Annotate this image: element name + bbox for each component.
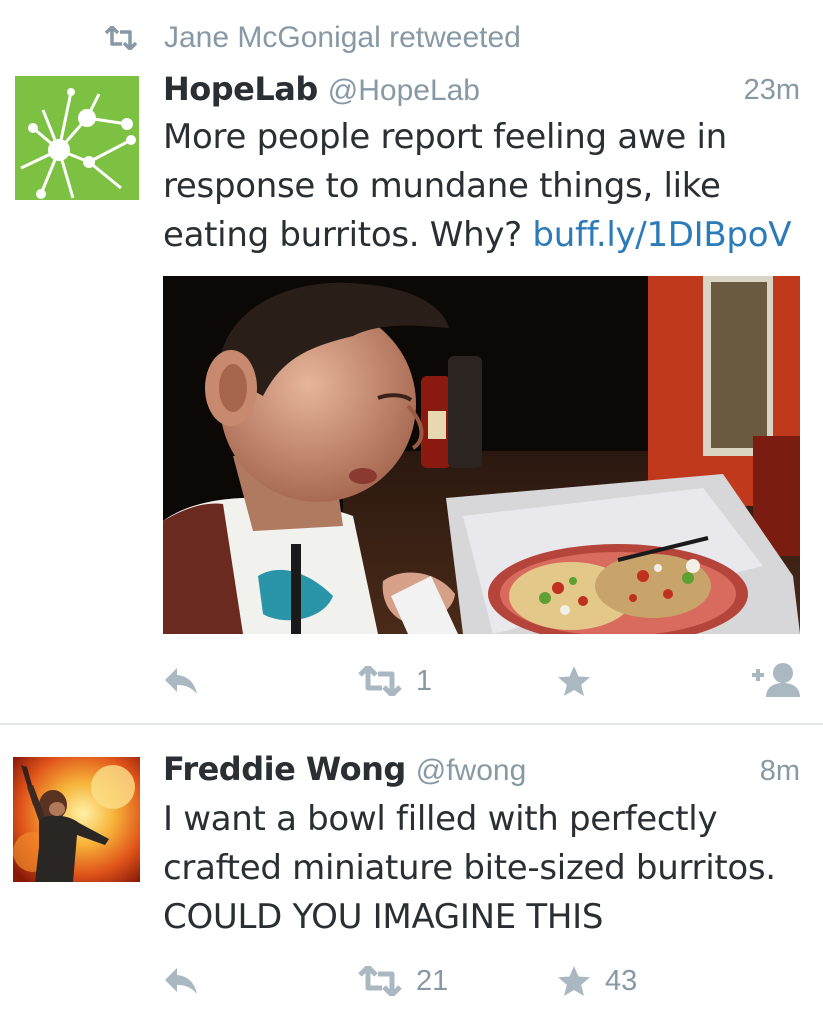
tweet-text: I want a bowl filled with perfectly craf… [163,795,813,942]
tweet-text-line: crafted miniature bite-sized burritos. [163,848,776,888]
tweet-text-line: COULD YOU IMAGINE THIS [163,897,604,937]
reply-icon [165,668,197,694]
tweet-text: More people report feeling awe in respon… [163,113,813,260]
retweet-button[interactable]: 1 [358,662,432,700]
retweet-context-label: Jane McGonigal retweeted [164,21,521,54]
tweet-text-line: More people report feeling awe in [163,117,727,157]
display-name[interactable]: HopeLab [163,70,318,108]
tweet-divider [0,723,823,725]
hopelab-logo [15,76,139,200]
tweet-text-segment: eating burritos. Why? [163,215,533,255]
retweet-icon [358,966,402,996]
tweet-text-line: response to mundane things, like [163,166,721,206]
retweet-count: 1 [416,664,433,697]
avatar-photo [13,757,140,882]
reply-icon [165,968,197,994]
tweet-link[interactable]: buff.ly/1DIBpoV [532,215,791,255]
user-handle[interactable]: @HopeLab [328,74,480,108]
follow-button[interactable] [750,660,800,700]
reply-button[interactable] [163,662,199,700]
retweet-count: 21 [416,964,449,997]
tweet-header[interactable]: HopeLab @HopeLab [163,70,480,108]
tweet-text-line: I want a bowl filled with perfectly [163,799,718,839]
burrito-photo [163,276,800,634]
retweet-context[interactable]: Jane McGonigal retweeted [104,18,521,58]
favorite-button[interactable]: 43 [557,962,637,1000]
favorite-button[interactable] [557,662,591,700]
tweet-header[interactable]: Freddie Wong @fwong [163,750,526,788]
freddie-wong-avatar[interactable] [13,757,140,882]
retweet-button[interactable]: 21 [358,962,448,1000]
tweet-timestamp: 8m [759,755,800,787]
retweet-icon [358,666,402,696]
favorite-count: 43 [605,964,638,997]
reply-button[interactable] [163,962,199,1000]
hopelab-avatar[interactable] [15,76,139,200]
tweet-text-line: eating burritos. Why? buff.ly/1DIBpoV [163,211,813,260]
star-icon [558,966,590,996]
tweet-media-photo[interactable] [163,276,800,634]
tweet-timestamp: 23m [743,74,800,106]
follow-icon [752,663,800,697]
retweet-icon [104,26,138,50]
star-icon [558,666,590,696]
display-name[interactable]: Freddie Wong [163,750,406,788]
user-handle[interactable]: @fwong [416,754,527,788]
